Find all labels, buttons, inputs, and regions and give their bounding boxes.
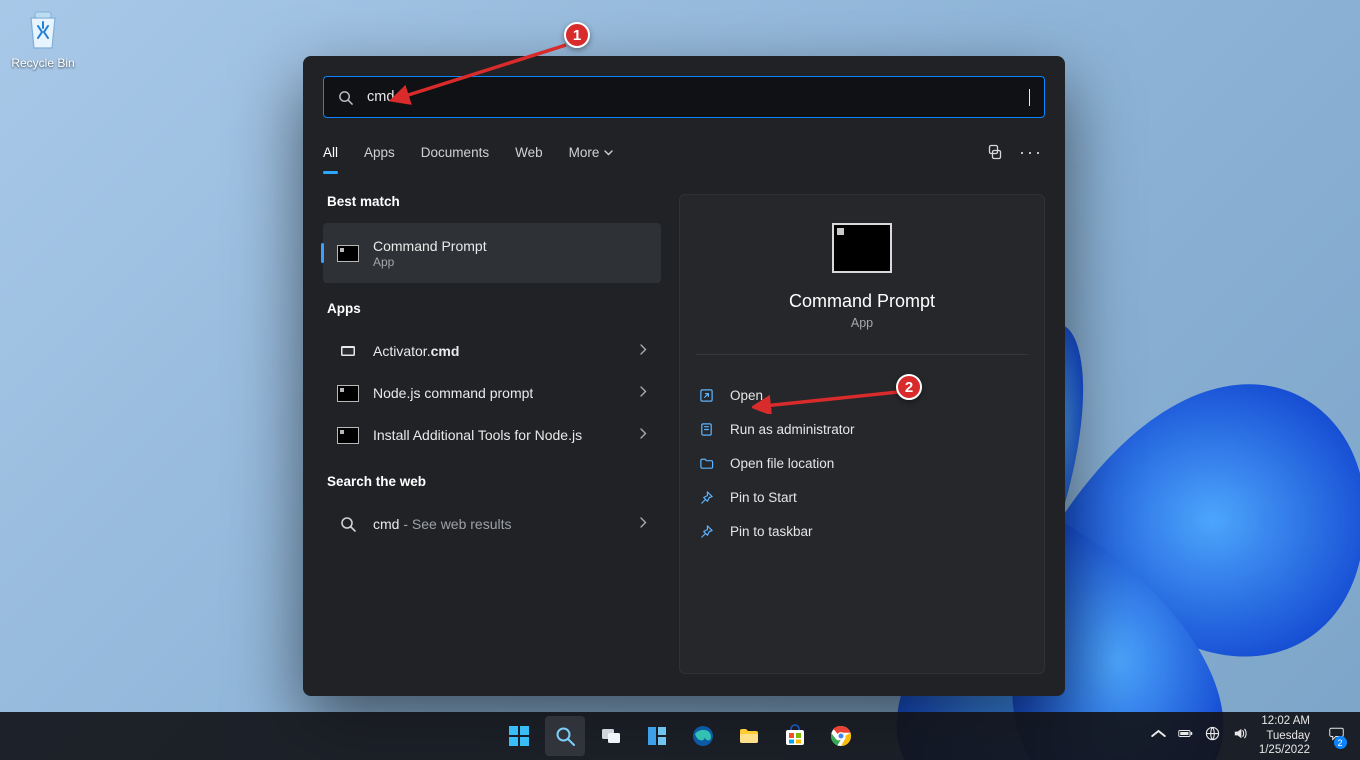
explorer-button[interactable]	[729, 716, 769, 756]
action-pin-taskbar[interactable]: Pin to taskbar	[680, 515, 1044, 547]
search-results-column: Best match Command Prompt App Apps Activ…	[323, 194, 661, 674]
desktop-icon-recycle-bin[interactable]: Recycle Bin	[8, 8, 78, 70]
tab-all[interactable]: All	[323, 141, 338, 164]
recycle-bin-label: Recycle Bin	[8, 56, 78, 70]
cmd-icon	[337, 242, 359, 264]
start-search-panel: All Apps Documents Web More ··· Best mat…	[303, 56, 1065, 696]
result-command-prompt[interactable]: Command Prompt App	[323, 223, 661, 283]
system-tray: 12:02 AM Tuesday 1/25/2022 2	[1151, 714, 1350, 757]
result-title: Command Prompt	[373, 238, 487, 254]
start-button[interactable]	[499, 716, 539, 756]
volume-icon[interactable]	[1232, 726, 1247, 746]
detail-title: Command Prompt	[680, 291, 1044, 312]
clock-time: 12:02 AM	[1259, 714, 1310, 728]
result-nodejs-prompt[interactable]: Node.js command prompt	[323, 372, 661, 414]
action-run-admin[interactable]: Run as administrator	[680, 413, 1044, 445]
tab-web[interactable]: Web	[515, 141, 543, 164]
result-subtitle: App	[373, 255, 487, 269]
edge-button[interactable]	[683, 716, 723, 756]
tab-documents[interactable]: Documents	[421, 141, 489, 164]
feedback-icon[interactable]	[981, 138, 1009, 166]
pin-icon	[696, 524, 716, 539]
shield-icon	[696, 422, 716, 437]
action-pin-start[interactable]: Pin to Start	[680, 481, 1044, 513]
recycle-bin-icon	[21, 8, 65, 52]
action-open[interactable]: Open	[680, 379, 1044, 411]
section-best-match: Best match	[327, 194, 657, 209]
battery-icon[interactable]	[1178, 726, 1193, 746]
taskbar: 12:02 AM Tuesday 1/25/2022 2	[0, 712, 1360, 760]
result-title: Activator.cmd	[373, 343, 459, 359]
chevron-down-icon	[604, 144, 613, 159]
clock-day: Tuesday	[1259, 729, 1310, 743]
more-options-icon[interactable]: ···	[1017, 138, 1045, 166]
action-label: Open file location	[730, 456, 834, 471]
text-caret	[1029, 89, 1030, 106]
search-icon	[338, 90, 353, 105]
task-view-button[interactable]	[591, 716, 631, 756]
folder-icon	[696, 456, 716, 471]
annotation-step2: 2	[896, 374, 922, 400]
chevron-right-icon	[640, 426, 647, 444]
action-open-location[interactable]: Open file location	[680, 447, 1044, 479]
annotation-step1: 1	[564, 22, 590, 48]
result-web-search[interactable]: cmd - See web results	[323, 503, 661, 545]
detail-subtitle: App	[680, 316, 1044, 330]
chevron-right-icon	[640, 342, 647, 360]
divider	[696, 354, 1028, 355]
search-box[interactable]	[323, 76, 1045, 118]
cmd-icon	[337, 382, 359, 404]
result-title: cmd - See web results	[373, 516, 512, 532]
taskbar-center	[499, 716, 861, 756]
search-detail-pane: Command Prompt App Open Run as administr…	[679, 194, 1045, 674]
network-icon[interactable]	[1205, 726, 1220, 746]
result-nodejs-tools[interactable]: Install Additional Tools for Node.js	[323, 414, 661, 456]
tab-apps[interactable]: Apps	[364, 141, 395, 164]
clock-date: 1/25/2022	[1259, 743, 1310, 757]
cmd-icon	[337, 424, 359, 446]
result-activator-cmd[interactable]: Activator.cmd	[323, 330, 661, 372]
search-input[interactable]	[367, 89, 1029, 105]
action-label: Pin to Start	[730, 490, 797, 505]
chevron-right-icon	[640, 515, 647, 533]
search-filter-tabs: All Apps Documents Web More ···	[323, 138, 1045, 166]
result-title: Install Additional Tools for Node.js	[373, 427, 582, 443]
chevron-right-icon	[640, 384, 647, 402]
chrome-button[interactable]	[821, 716, 861, 756]
pin-icon	[696, 490, 716, 505]
notifications-button[interactable]: 2	[1322, 722, 1350, 750]
detail-app-icon	[832, 223, 892, 273]
section-apps: Apps	[327, 301, 657, 316]
notification-count: 2	[1334, 736, 1347, 749]
tray-overflow-icon[interactable]	[1151, 726, 1166, 746]
widgets-button[interactable]	[637, 716, 677, 756]
taskbar-search-button[interactable]	[545, 716, 585, 756]
action-label: Pin to taskbar	[730, 524, 813, 539]
open-icon	[696, 388, 716, 403]
result-title: Node.js command prompt	[373, 385, 533, 401]
chat-icon: 2	[1329, 726, 1344, 746]
section-search-web: Search the web	[327, 474, 657, 489]
taskbar-clock[interactable]: 12:02 AM Tuesday 1/25/2022	[1259, 714, 1310, 757]
search-icon	[337, 513, 359, 535]
action-label: Run as administrator	[730, 422, 855, 437]
app-icon	[337, 340, 359, 362]
tab-more[interactable]: More	[569, 141, 614, 164]
store-button[interactable]	[775, 716, 815, 756]
action-label: Open	[730, 388, 763, 403]
